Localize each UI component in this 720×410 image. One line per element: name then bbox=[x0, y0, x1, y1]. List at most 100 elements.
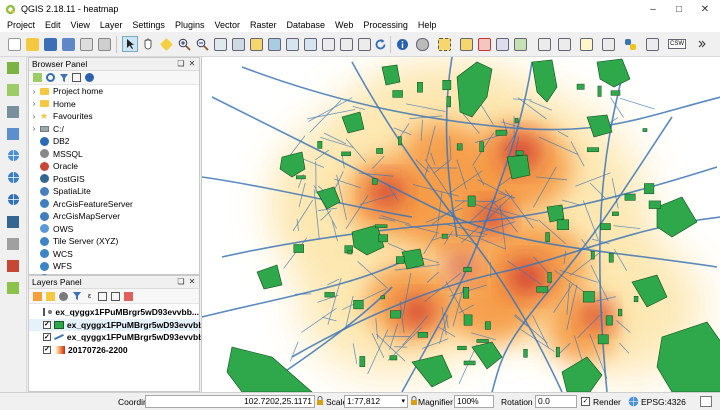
manage-map-themes-icon[interactable] bbox=[58, 291, 69, 302]
messages-icon[interactable] bbox=[700, 396, 712, 407]
browser-item[interactable]: Oracle bbox=[29, 160, 199, 173]
menu-settings[interactable]: Settings bbox=[127, 18, 170, 32]
measure-line-button[interactable] bbox=[536, 36, 552, 52]
expand-arrow-icon[interactable]: › bbox=[29, 112, 39, 121]
heatmap-map[interactable] bbox=[202, 57, 720, 392]
layer-row[interactable]: ✓ ex_qyggx1FPuMBrgr5wD93evvbb... bbox=[29, 318, 210, 331]
float-panel-icon[interactable]: ❏ bbox=[176, 59, 186, 69]
render-checkbox[interactable]: ✓ bbox=[581, 397, 590, 406]
add-wcs-layer-button[interactable] bbox=[3, 169, 23, 186]
browser-item[interactable]: SpatiaLite bbox=[29, 185, 199, 198]
menu-processing[interactable]: Processing bbox=[358, 18, 413, 32]
zoom-to-layer-button[interactable] bbox=[266, 36, 282, 52]
browser-item[interactable]: WFS bbox=[29, 260, 199, 273]
expand-arrow-icon[interactable]: › bbox=[29, 124, 39, 133]
new-project-button[interactable] bbox=[6, 36, 22, 52]
browser-item[interactable]: OWS bbox=[29, 223, 199, 236]
add-selected-layers-icon[interactable] bbox=[32, 72, 43, 83]
sum-selected-button[interactable] bbox=[556, 36, 572, 52]
filter-legend-icon[interactable] bbox=[71, 291, 82, 302]
layer-row[interactable]: ✓ 20170726-2200 bbox=[29, 344, 199, 357]
magnifier-spinbox[interactable]: 100% bbox=[454, 395, 494, 408]
add-raster-layer-button[interactable] bbox=[3, 81, 23, 98]
browser-item[interactable]: › Home bbox=[29, 98, 199, 111]
browser-item[interactable]: ArcGisFeatureServer bbox=[29, 198, 199, 211]
new-print-composer-button[interactable] bbox=[78, 36, 94, 52]
browser-item[interactable]: › Project home bbox=[29, 85, 199, 98]
add-group-icon[interactable] bbox=[45, 291, 56, 302]
crs-label[interactable]: EPSG:4326 bbox=[641, 397, 686, 407]
toolbar-overflow-button[interactable] bbox=[694, 36, 710, 52]
browser-item[interactable]: MSSQL bbox=[29, 148, 199, 161]
zoom-full-button[interactable] bbox=[230, 36, 246, 52]
browser-item[interactable]: ArcGisMapServer bbox=[29, 210, 199, 223]
close-panel-icon[interactable]: ✕ bbox=[187, 59, 197, 69]
open-project-button[interactable] bbox=[24, 36, 40, 52]
menu-raster[interactable]: Raster bbox=[245, 18, 282, 32]
lock-icon[interactable] bbox=[316, 396, 324, 406]
coordinate-field[interactable]: 102.7202,25.1171 bbox=[145, 395, 315, 408]
zoom-next-button[interactable] bbox=[302, 36, 318, 52]
layer-visibility-checkbox[interactable]: ✓ bbox=[43, 320, 51, 329]
menu-edit[interactable]: Edit bbox=[40, 18, 66, 32]
close-button[interactable]: ✕ bbox=[692, 0, 718, 18]
deselect-all-button[interactable] bbox=[476, 36, 492, 52]
menu-vector[interactable]: Vector bbox=[209, 18, 245, 32]
expand-arrow-icon[interactable]: › bbox=[29, 99, 39, 108]
browser-item[interactable]: WCS bbox=[29, 248, 199, 261]
field-calculator-button[interactable] bbox=[512, 36, 528, 52]
add-mssql-layer-button[interactable] bbox=[3, 235, 23, 252]
python-console-button[interactable] bbox=[622, 36, 638, 52]
menu-web[interactable]: Web bbox=[330, 18, 358, 32]
rotation-spinbox[interactable]: 0.0 bbox=[535, 395, 577, 408]
select-by-expression-button[interactable] bbox=[458, 36, 474, 52]
text-annotation-button[interactable] bbox=[600, 36, 616, 52]
add-postgis-layer-button[interactable] bbox=[3, 213, 23, 230]
browser-item[interactable]: DB2 bbox=[29, 135, 199, 148]
show-bookmarks-button[interactable] bbox=[356, 36, 372, 52]
spatial-query-button[interactable] bbox=[644, 36, 660, 52]
new-bookmark-button[interactable] bbox=[338, 36, 354, 52]
layer-visibility-checkbox[interactable]: ✓ bbox=[43, 333, 51, 342]
pan-to-selection-button[interactable] bbox=[158, 36, 174, 52]
menu-plugins[interactable]: Plugins bbox=[170, 18, 210, 32]
add-oracle-layer-button[interactable] bbox=[3, 257, 23, 274]
save-project-button[interactable] bbox=[42, 36, 58, 52]
add-vector-layer-button[interactable] bbox=[3, 59, 23, 76]
zoom-native-button[interactable] bbox=[212, 36, 228, 52]
csw-button[interactable]: CSW bbox=[668, 36, 686, 52]
zoom-out-button[interactable] bbox=[194, 36, 210, 52]
close-panel-icon[interactable]: ✕ bbox=[187, 277, 197, 287]
filter-by-expression-icon[interactable]: ε bbox=[84, 291, 95, 302]
layer-row[interactable]: ex_qyggx1FPuMBrgr5wD93evvbb... bbox=[29, 306, 199, 319]
menu-help[interactable]: Help bbox=[413, 18, 442, 32]
open-layer-styling-icon[interactable] bbox=[32, 291, 43, 302]
composer-manager-button[interactable] bbox=[96, 36, 112, 52]
menu-view[interactable]: View bbox=[66, 18, 95, 32]
menu-database[interactable]: Database bbox=[282, 18, 331, 32]
collapse-all-icon[interactable] bbox=[110, 291, 121, 302]
layer-visibility-checkbox[interactable]: ✓ bbox=[43, 345, 51, 354]
refresh-icon[interactable] bbox=[45, 72, 56, 83]
expand-all-icon[interactable] bbox=[97, 291, 108, 302]
pan-map-button[interactable] bbox=[140, 36, 156, 52]
remove-layer-icon[interactable] bbox=[123, 291, 134, 302]
scale-combobox[interactable]: 1:77,812 ▾ bbox=[344, 395, 408, 408]
browser-item[interactable]: › C:/ bbox=[29, 123, 199, 136]
add-wfs-layer-button[interactable] bbox=[3, 191, 23, 208]
collapse-all-icon[interactable] bbox=[71, 72, 82, 83]
float-panel-icon[interactable]: ❏ bbox=[176, 277, 186, 287]
add-wms-layer-button[interactable] bbox=[3, 147, 23, 164]
new-map-view-button[interactable] bbox=[320, 36, 336, 52]
properties-icon[interactable] bbox=[84, 72, 95, 83]
save-as-button[interactable] bbox=[60, 36, 76, 52]
refresh-button[interactable] bbox=[372, 36, 388, 52]
zoom-last-button[interactable] bbox=[284, 36, 300, 52]
open-attribute-table-button[interactable] bbox=[494, 36, 510, 52]
filter-icon[interactable] bbox=[58, 72, 69, 83]
crs-globe-icon[interactable] bbox=[628, 396, 639, 409]
new-shapefile-layer-button[interactable] bbox=[3, 279, 23, 296]
zoom-in-button[interactable] bbox=[176, 36, 192, 52]
minimize-button[interactable]: – bbox=[640, 0, 666, 18]
touch-zoom-button[interactable] bbox=[122, 36, 138, 52]
